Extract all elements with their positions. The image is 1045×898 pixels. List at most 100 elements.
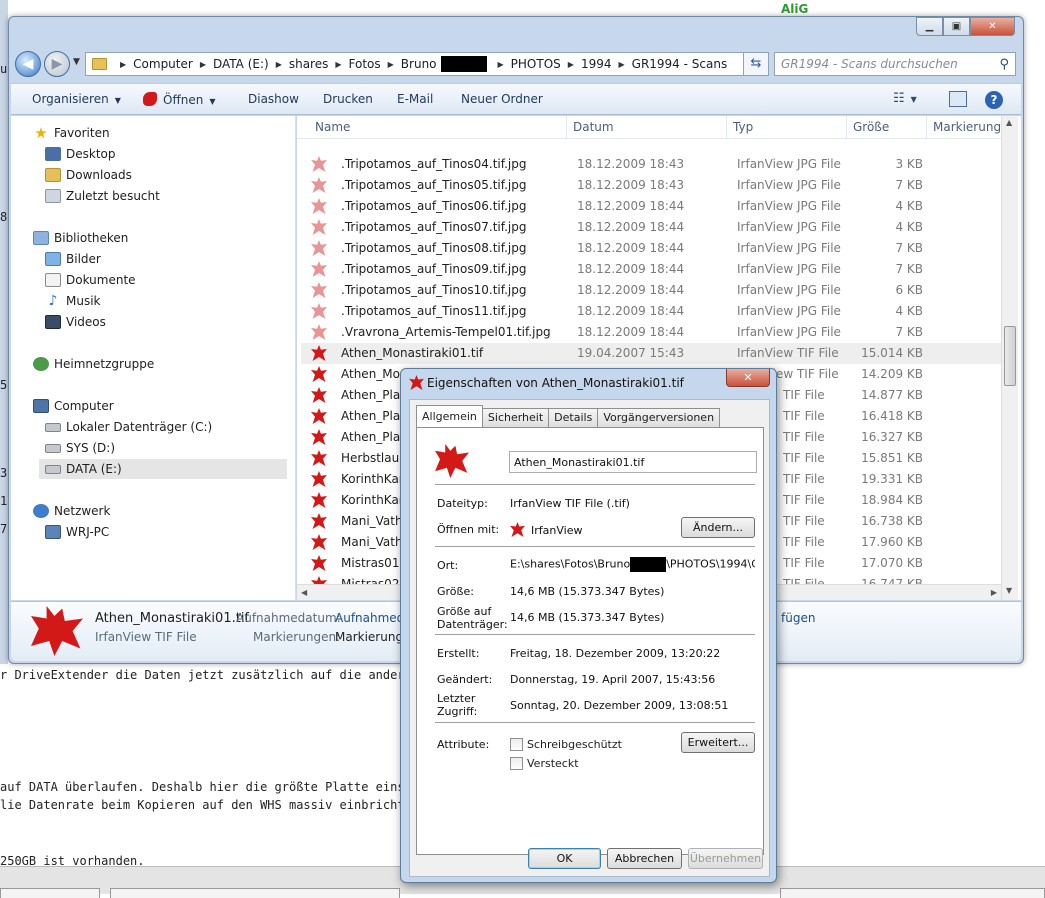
readonly-label[interactable]: Schreibgeschützt [527, 738, 622, 751]
nav-favorites[interactable]: ★ Favoriten [33, 126, 109, 141]
view-options-button[interactable]: ☷ ▼ [893, 91, 917, 106]
print-button[interactable]: Drucken [323, 92, 373, 106]
details-filetype: IrfanView TIF File [95, 630, 197, 644]
file-date-cell: 18.12.2009 18:44 [577, 325, 685, 339]
maximize-button[interactable]: ▣ [943, 17, 970, 36]
scroll-down-icon[interactable]: ▼ [1006, 586, 1012, 595]
scrollbar-thumb[interactable] [1004, 326, 1016, 386]
column-header-tags[interactable]: Markierungen [927, 116, 1005, 138]
ok-button[interactable]: OK [528, 848, 601, 869]
table-row[interactable]: .Tripotamos_auf_Tinos11.tif.jpg 18.12.200… [301, 301, 1001, 322]
cancel-button[interactable]: Abbrechen [607, 848, 682, 869]
nav-desktop[interactable]: Desktop [45, 147, 116, 161]
breadcrumb-separator[interactable]: ▶ [568, 60, 574, 69]
search-icon[interactable]: ⚲ [999, 57, 1009, 72]
music-note-icon: ♪ [48, 293, 58, 309]
scroll-up-icon[interactable]: ▲ [1006, 118, 1012, 127]
address-bar[interactable]: ▶ Computer ▶ DATA (E:) ▶ shares ▶ Fotos … [85, 52, 767, 76]
breadcrumb-shares[interactable]: shares [289, 57, 329, 71]
forward-button[interactable]: ▶ [44, 51, 70, 77]
nav-network[interactable]: Netzwerk [33, 504, 110, 518]
table-row[interactable]: .Tripotamos_auf_Tinos06.tif.jpg 18.12.200… [301, 196, 1001, 217]
documents-icon [45, 273, 61, 287]
help-button[interactable]: ? [985, 91, 1003, 109]
hidden-checkbox[interactable] [510, 757, 523, 770]
scroll-right-icon[interactable]: ▶ [991, 588, 997, 597]
nav-drive-e[interactable]: DATA (E:) [39, 459, 287, 479]
hidden-label[interactable]: Versteckt [527, 757, 579, 770]
breadcrumb-drive[interactable]: DATA (E:) [213, 57, 269, 71]
nav-music[interactable]: ♪ Musik [45, 294, 101, 308]
readonly-checkbox[interactable] [510, 738, 523, 751]
column-header-size[interactable]: Größe [847, 116, 927, 138]
tab-previous-versions[interactable]: Vorgängerversionen [597, 408, 721, 427]
column-header-date[interactable]: Datum [567, 116, 727, 138]
details-add-link[interactable]: fügen [781, 611, 815, 625]
breadcrumb-separator[interactable]: ▶ [120, 60, 126, 69]
accessed-label-line2: Zugriff: [437, 705, 478, 718]
breadcrumb-fotos[interactable]: Fotos [349, 57, 381, 71]
filename-field[interactable]: Athen_Monastiraki01.tif [509, 451, 757, 473]
table-row[interactable]: .Tripotamos_auf_Tinos09.tif.jpg 18.12.200… [301, 259, 1001, 280]
organize-menu[interactable]: Organisieren ▼ [32, 92, 121, 106]
irfanview-tif-file-icon [311, 492, 327, 508]
nav-computer[interactable]: Computer [33, 399, 114, 413]
table-row[interactable]: .Tripotamos_auf_Tinos08.tif.jpg 18.12.200… [301, 238, 1001, 259]
breadcrumb-separator[interactable]: ▶ [335, 60, 341, 69]
column-header-type[interactable]: Typ [727, 116, 847, 138]
close-button[interactable]: ✕ [970, 17, 1015, 36]
table-row[interactable]: Athen_Monastiraki01.tif 19.04.2007 15:43 I… [301, 343, 1001, 364]
tab-details[interactable]: Details [548, 408, 599, 427]
breadcrumb-separator[interactable]: ▶ [618, 60, 624, 69]
breadcrumb-separator[interactable]: ▶ [498, 60, 504, 69]
preview-pane-button[interactable] [949, 91, 967, 107]
nav-libraries[interactable]: Bibliotheken [33, 231, 128, 245]
breadcrumb-bruno[interactable]: Bruno [401, 57, 437, 71]
breadcrumb-photos[interactable]: PHOTOS [511, 57, 561, 71]
nav-homegroup[interactable]: Heimnetzgruppe [33, 357, 154, 371]
refresh-button[interactable]: ⇆ [743, 52, 769, 76]
nav-network-pc[interactable]: WRJ-PC [45, 525, 109, 539]
change-button[interactable]: Ändern... [681, 517, 755, 538]
dialog-title: Eigenschaften von Athen_Monastiraki01.ti… [427, 376, 684, 390]
table-row[interactable]: .Vravrona_Artemis-Tempel01.tif.jpg 18.12.… [301, 322, 1001, 343]
slideshow-button[interactable]: Diashow [248, 92, 299, 106]
tab-general[interactable]: Allgemein [416, 405, 483, 427]
breadcrumb-separator[interactable]: ▶ [276, 60, 282, 69]
nav-drive-d[interactable]: SYS (D:) [45, 441, 115, 455]
background-task-tab[interactable] [780, 888, 1045, 898]
table-row[interactable]: .Tripotamos_auf_Tinos05.tif.jpg 18.12.200… [301, 175, 1001, 196]
apply-button[interactable]: Übernehmen [688, 848, 763, 869]
table-row[interactable]: .Tripotamos_auf_Tinos10.tif.jpg 18.12.200… [301, 280, 1001, 301]
nav-recent[interactable]: Zuletzt besucht [45, 189, 160, 203]
breadcrumb-separator[interactable]: ▶ [388, 60, 394, 69]
nav-drive-c[interactable]: Lokaler Datenträger (C:) [45, 420, 212, 434]
nav-documents[interactable]: Dokumente [45, 273, 136, 287]
nav-videos[interactable]: Videos [45, 315, 106, 329]
scroll-left-icon[interactable]: ◀ [301, 588, 307, 597]
breadcrumb-1994[interactable]: 1994 [581, 57, 612, 71]
back-button[interactable]: ◀ [15, 51, 41, 77]
advanced-button[interactable]: Erweitert... [681, 732, 755, 753]
new-folder-button[interactable]: Neuer Ordner [461, 92, 543, 106]
table-row[interactable]: .Tripotamos_auf_Tinos07.tif.jpg 18.12.200… [301, 217, 1001, 238]
open-menu[interactable]: Öffnen ▼ [143, 92, 215, 107]
breadcrumb-current-folder[interactable]: GR1994 - Scans [632, 57, 728, 71]
breadcrumb-separator[interactable]: ▶ [200, 60, 206, 69]
tab-security[interactable]: Sicherheit [481, 408, 550, 427]
column-header-name[interactable]: Name [309, 116, 567, 138]
nav-pictures[interactable]: Bilder [45, 252, 101, 266]
email-button[interactable]: E-Mail [397, 92, 433, 106]
vertical-scrollbar[interactable]: ▲ ▼ [1001, 116, 1018, 600]
recent-pages-dropdown[interactable]: ▼ [73, 57, 80, 67]
table-row[interactable]: .Tripotamos_auf_Tinos04.tif.jpg 18.12.200… [301, 154, 1001, 175]
minimize-button[interactable]: ▁ [916, 17, 943, 36]
file-size-cell: 15.014 KB [861, 346, 923, 360]
dialog-close-button[interactable]: ✕ [726, 369, 770, 387]
file-size-cell: 16.738 KB [861, 514, 923, 528]
search-input[interactable]: GR1994 - Scans durchsuchen ⚲ [774, 52, 1016, 76]
background-task-tab[interactable] [0, 888, 100, 898]
background-task-tab[interactable] [110, 888, 400, 898]
breadcrumb-computer[interactable]: Computer [133, 57, 193, 71]
nav-downloads[interactable]: Downloads [45, 168, 132, 182]
